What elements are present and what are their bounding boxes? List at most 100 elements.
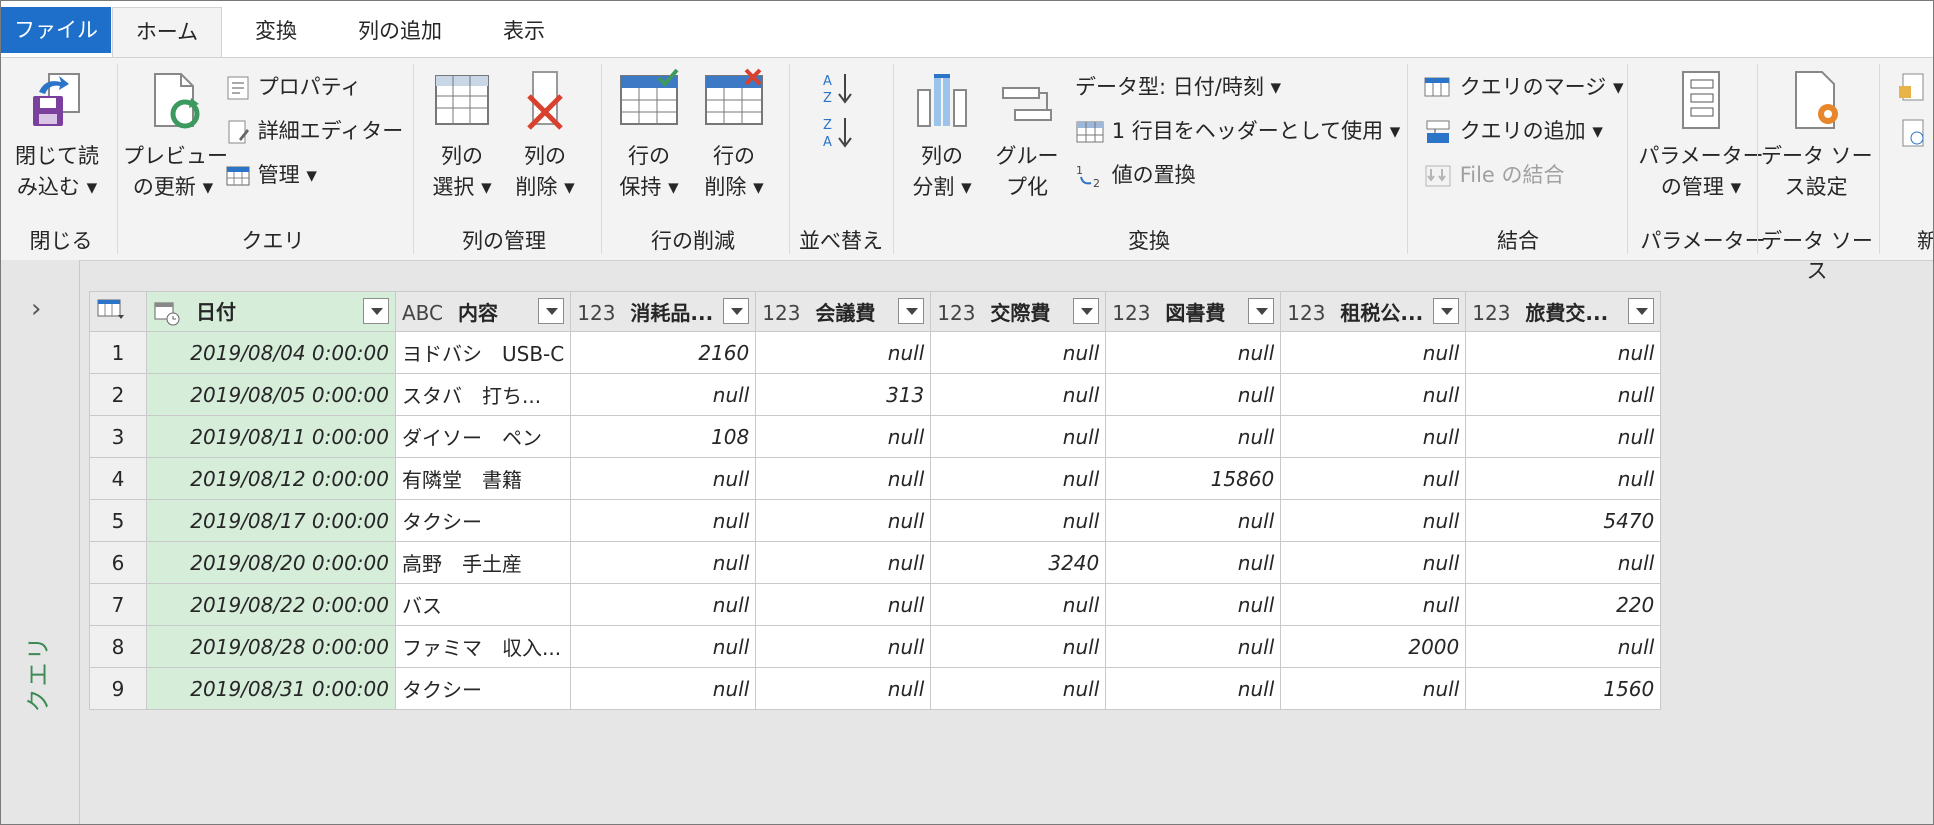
- description-cell[interactable]: 高野 手土産: [394, 541, 572, 584]
- amount-cell[interactable]: null: [930, 373, 1107, 416]
- new-source-icon[interactable]: [1897, 72, 1927, 102]
- amount-cell[interactable]: null: [570, 373, 757, 416]
- description-cell[interactable]: バス: [394, 583, 572, 626]
- column-header-travel[interactable]: 123 旅費交...: [1465, 291, 1662, 332]
- tab-view[interactable]: 表示: [479, 5, 569, 57]
- amount-cell[interactable]: null: [1280, 583, 1467, 626]
- amount-cell[interactable]: null: [930, 457, 1107, 500]
- column-filter-dropdown-icon[interactable]: [1248, 298, 1275, 324]
- remove-columns-button[interactable]: 列の 削除 ▾: [505, 68, 585, 203]
- amount-cell[interactable]: null: [1280, 373, 1467, 416]
- amount-cell[interactable]: null: [1465, 625, 1662, 668]
- combine-files-button[interactable]: File の結合: [1423, 160, 1565, 190]
- amount-cell[interactable]: null: [755, 541, 932, 584]
- table-row[interactable]: 2 2019/08/05 0:00:00 スタバ 打ち... null 313 null n…: [89, 373, 1662, 416]
- amount-cell[interactable]: null: [1280, 667, 1467, 710]
- amount-cell[interactable]: null: [930, 625, 1107, 668]
- close-and-load-button[interactable]: 閉じて読 み込む ▾: [7, 68, 107, 203]
- row-number-cell[interactable]: 1: [89, 331, 147, 374]
- table-row[interactable]: 8 2019/08/28 0:00:00 ファミマ 収入... null null nul…: [89, 625, 1662, 668]
- amount-cell[interactable]: null: [1465, 457, 1662, 500]
- sort-ascending-button[interactable]: A Z: [821, 70, 861, 106]
- amount-cell[interactable]: null: [1105, 499, 1282, 542]
- table-row[interactable]: 6 2019/08/20 0:00:00 高野 手土産 null null 3240 nul…: [89, 541, 1662, 584]
- amount-cell[interactable]: null: [930, 331, 1107, 374]
- amount-cell[interactable]: null: [755, 583, 932, 626]
- column-filter-dropdown-icon[interactable]: [363, 298, 389, 324]
- amount-cell[interactable]: 2160: [570, 331, 757, 374]
- row-number-cell[interactable]: 2: [89, 373, 147, 416]
- date-cell[interactable]: 2019/08/28 0:00:00: [146, 625, 396, 668]
- amount-cell[interactable]: null: [930, 415, 1107, 458]
- manage-button[interactable]: 管理 ▾: [225, 160, 317, 190]
- amount-cell[interactable]: 5470: [1465, 499, 1662, 542]
- date-cell[interactable]: 2019/08/31 0:00:00: [146, 667, 396, 710]
- amount-cell[interactable]: null: [1280, 541, 1467, 584]
- table-menu-button[interactable]: [89, 291, 147, 332]
- group-by-button[interactable]: グルー プ化: [985, 68, 1069, 203]
- column-filter-dropdown-icon[interactable]: [1628, 298, 1655, 324]
- amount-cell[interactable]: null: [1465, 541, 1662, 584]
- amount-cell[interactable]: 2000: [1280, 625, 1467, 668]
- column-filter-dropdown-icon[interactable]: [723, 298, 750, 324]
- append-queries-button[interactable]: クエリの追加 ▾: [1423, 116, 1603, 146]
- row-number-cell[interactable]: 9: [89, 667, 147, 710]
- amount-cell[interactable]: null: [1465, 415, 1662, 458]
- amount-cell[interactable]: null: [1105, 331, 1282, 374]
- column-header-date[interactable]: 日付: [146, 291, 396, 332]
- amount-cell[interactable]: null: [755, 457, 932, 500]
- column-filter-dropdown-icon[interactable]: [1433, 298, 1460, 324]
- description-cell[interactable]: ダイソー ペン: [394, 415, 572, 458]
- refresh-preview-button[interactable]: プレビュー の更新 ▾: [123, 68, 228, 203]
- amount-cell[interactable]: null: [930, 499, 1107, 542]
- table-row[interactable]: 1 2019/08/04 0:00:00 ヨドバシ USB-C 2160 null nul…: [89, 331, 1662, 374]
- use-first-row-as-headers-button[interactable]: 1 行目をヘッダーとして使用 ▾: [1075, 116, 1400, 146]
- table-row[interactable]: 9 2019/08/31 0:00:00 タクシー null null null null n…: [89, 667, 1662, 710]
- sort-descending-button[interactable]: Z A: [821, 114, 861, 150]
- date-cell[interactable]: 2019/08/20 0:00:00: [146, 541, 396, 584]
- amount-cell[interactable]: null: [755, 331, 932, 374]
- choose-columns-button[interactable]: 列の 選択 ▾: [419, 68, 505, 203]
- advanced-editor-button[interactable]: 詳細エディター: [225, 116, 403, 146]
- amount-cell[interactable]: null: [570, 541, 757, 584]
- description-cell[interactable]: タクシー: [394, 499, 572, 542]
- split-column-button[interactable]: 列の 分割 ▾: [899, 68, 985, 203]
- amount-cell[interactable]: null: [570, 625, 757, 668]
- tab-home[interactable]: ホーム: [112, 7, 222, 58]
- date-cell[interactable]: 2019/08/11 0:00:00: [146, 415, 396, 458]
- tab-file[interactable]: ファイル: [1, 7, 111, 53]
- column-header-entertainment[interactable]: 123 交際費: [930, 291, 1107, 332]
- amount-cell[interactable]: 108: [570, 415, 757, 458]
- amount-cell[interactable]: null: [755, 499, 932, 542]
- date-cell[interactable]: 2019/08/12 0:00:00: [146, 457, 396, 500]
- row-number-cell[interactable]: 3: [89, 415, 147, 458]
- table-row[interactable]: 3 2019/08/11 0:00:00 ダイソー ペン 108 null null nul…: [89, 415, 1662, 458]
- column-filter-dropdown-icon[interactable]: [898, 298, 925, 324]
- amount-cell[interactable]: null: [570, 667, 757, 710]
- amount-cell[interactable]: null: [1105, 625, 1282, 668]
- date-cell[interactable]: 2019/08/04 0:00:00: [146, 331, 396, 374]
- expand-queries-pane-chevron-icon[interactable]: ›: [31, 294, 41, 324]
- amount-cell[interactable]: null: [570, 583, 757, 626]
- column-filter-dropdown-icon[interactable]: [538, 298, 565, 324]
- amount-cell[interactable]: null: [1280, 331, 1467, 374]
- description-cell[interactable]: スタバ 打ち...: [394, 373, 572, 416]
- properties-button[interactable]: プロパティ: [225, 72, 361, 102]
- row-number-cell[interactable]: 5: [89, 499, 147, 542]
- amount-cell[interactable]: null: [1280, 457, 1467, 500]
- data-source-settings-button[interactable]: データ ソー ス設定: [1761, 68, 1873, 203]
- remove-rows-button[interactable]: 行の 削除 ▾: [691, 68, 777, 203]
- tab-add-column[interactable]: 列の追加: [341, 5, 459, 57]
- column-header-description[interactable]: ABC 内容: [394, 291, 572, 332]
- recent-sources-icon[interactable]: [1897, 118, 1927, 148]
- table-row[interactable]: 4 2019/08/12 0:00:00 有隣堂 書籍 null null null 158…: [89, 457, 1662, 500]
- description-cell[interactable]: ヨドバシ USB-C: [394, 331, 572, 374]
- row-number-cell[interactable]: 4: [89, 457, 147, 500]
- amount-cell[interactable]: 3240: [930, 541, 1107, 584]
- amount-cell[interactable]: null: [930, 583, 1107, 626]
- column-filter-dropdown-icon[interactable]: [1073, 298, 1100, 324]
- amount-cell[interactable]: null: [1105, 583, 1282, 626]
- column-header-books[interactable]: 123 図書費: [1105, 291, 1282, 332]
- column-header-supplies[interactable]: 123 消耗品...: [570, 291, 757, 332]
- amount-cell[interactable]: null: [930, 667, 1107, 710]
